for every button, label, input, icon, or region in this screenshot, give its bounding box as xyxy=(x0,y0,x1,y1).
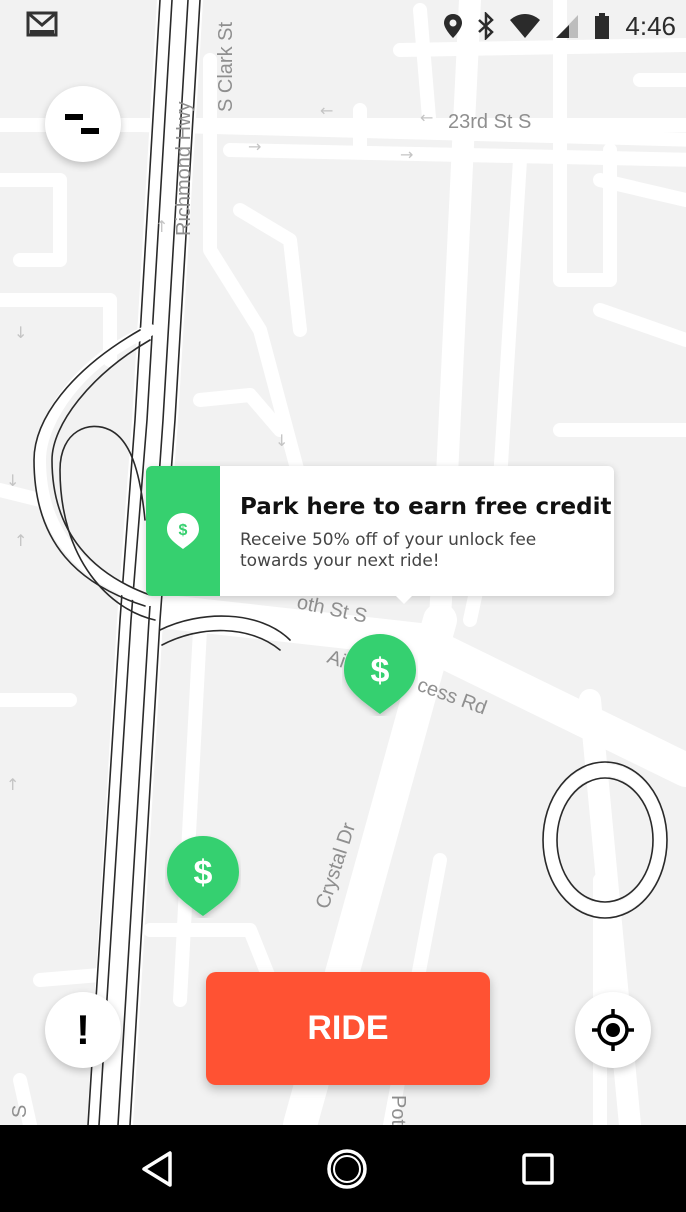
parking-pin[interactable]: $ xyxy=(165,834,241,918)
pin-dollar-glyph: $ xyxy=(371,652,390,690)
recents-icon[interactable] xyxy=(514,1145,562,1193)
svg-text:→: → xyxy=(400,145,413,164)
signal-icon xyxy=(556,15,579,38)
location-pin-icon xyxy=(444,14,463,38)
parking-pin[interactable]: $ xyxy=(342,632,418,716)
back-icon[interactable] xyxy=(134,1145,182,1193)
svg-text:↑: ↑ xyxy=(6,775,19,794)
pin-dollar-glyph: $ xyxy=(194,854,213,892)
ride-button[interactable]: RIDE xyxy=(206,972,490,1085)
promo-body: Receive 50% off of your unlock fee towar… xyxy=(240,530,537,571)
svg-text:↑: ↑ xyxy=(155,217,168,236)
status-time: 4:46 xyxy=(625,10,676,41)
dollar-pin-icon: $ xyxy=(167,513,199,549)
home-icon[interactable] xyxy=(323,1145,371,1193)
promo-tail xyxy=(392,592,416,604)
svg-text:↓: ↓ xyxy=(6,471,19,490)
exclamation-icon: ! xyxy=(76,1006,90,1053)
menu-button[interactable] xyxy=(45,86,121,162)
svg-text:↑: ↑ xyxy=(14,531,27,550)
street-label-23rd: 23rd St S xyxy=(448,111,531,133)
crosshair-icon xyxy=(592,1009,634,1051)
bluetooth-icon xyxy=(478,12,495,40)
report-issue-button[interactable]: ! xyxy=(45,992,121,1068)
svg-text:←: ← xyxy=(420,108,433,127)
status-bar: 4:46 xyxy=(0,0,686,52)
menu-icon xyxy=(65,114,99,134)
android-nav-bar xyxy=(0,1125,686,1212)
gmail-icon xyxy=(26,11,58,37)
street-label-richmond-hwy: Richmond Hwy xyxy=(173,102,195,236)
street-label-partial-s: S xyxy=(9,1105,31,1118)
street-label-partial-pot: Pot xyxy=(387,1095,409,1125)
promo-stripe: $ xyxy=(146,466,220,596)
svg-text:→: → xyxy=(248,137,261,156)
svg-text:←: ← xyxy=(320,101,333,120)
svg-text:↓: ↓ xyxy=(275,431,288,450)
svg-text:$: $ xyxy=(179,522,188,539)
locate-me-button[interactable] xyxy=(575,992,651,1068)
wifi-icon xyxy=(510,14,541,38)
svg-text:↓: ↓ xyxy=(14,323,27,342)
promo-card[interactable]: $ Park here to earn free credit! Receive… xyxy=(146,466,614,596)
promo-title: Park here to earn free credit! xyxy=(240,494,614,520)
battery-icon xyxy=(595,13,610,39)
